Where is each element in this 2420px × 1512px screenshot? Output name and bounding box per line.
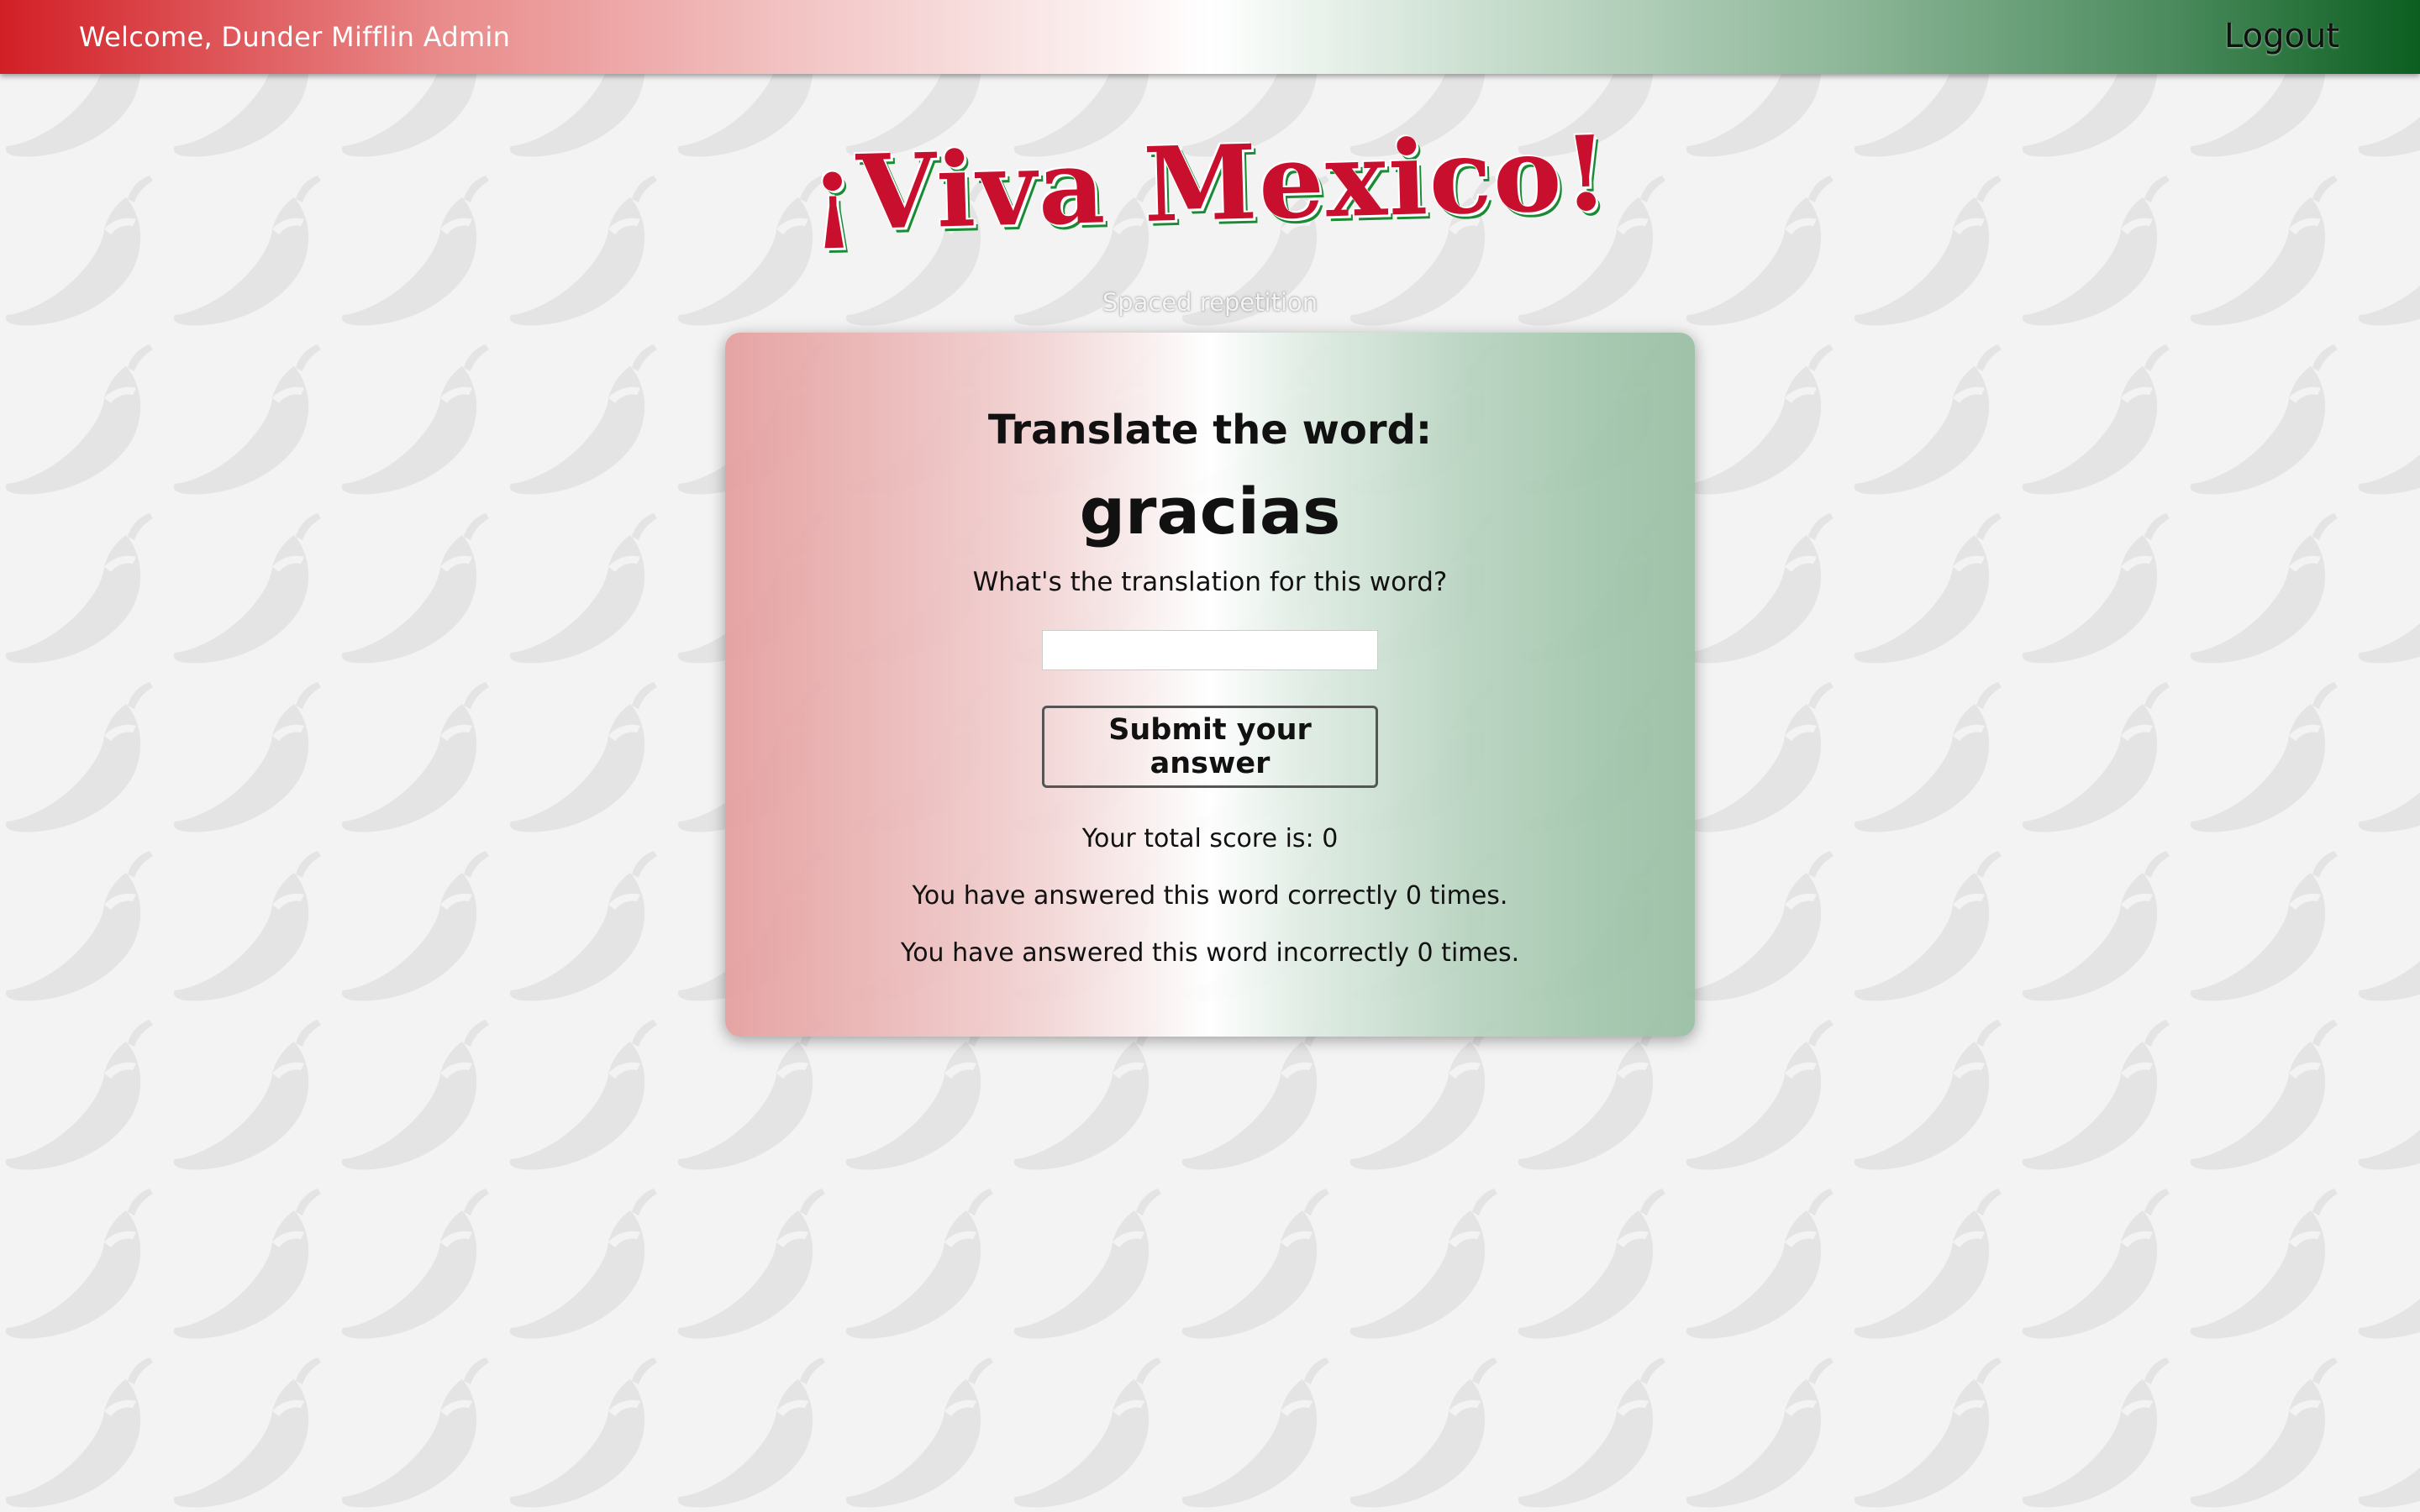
welcome-message: Welcome, Dunder Mifflin Admin (79, 21, 511, 53)
spanish-word: gracias (1079, 474, 1341, 549)
answer-input[interactable] (1042, 630, 1378, 670)
translation-card: Translate the word: gracias What's the t… (725, 333, 1695, 1037)
correct-count-text: You have answered this word correctly 0 … (912, 881, 1508, 911)
app-subtitle: Spaced repetition (1102, 288, 1318, 317)
total-score-text: Your total score is: 0 (1081, 824, 1339, 853)
translate-prompt: Translate the word: (987, 407, 1433, 454)
top-navigation-bar: Welcome, Dunder Mifflin Admin Logout (0, 0, 2420, 74)
submit-answer-button[interactable]: Submit your answer (1042, 706, 1378, 788)
logout-link[interactable]: Logout (2224, 17, 2339, 55)
translation-question: What's the translation for this word? (972, 567, 1448, 597)
incorrect-count-text: You have answered this word incorrectly … (900, 938, 1520, 968)
